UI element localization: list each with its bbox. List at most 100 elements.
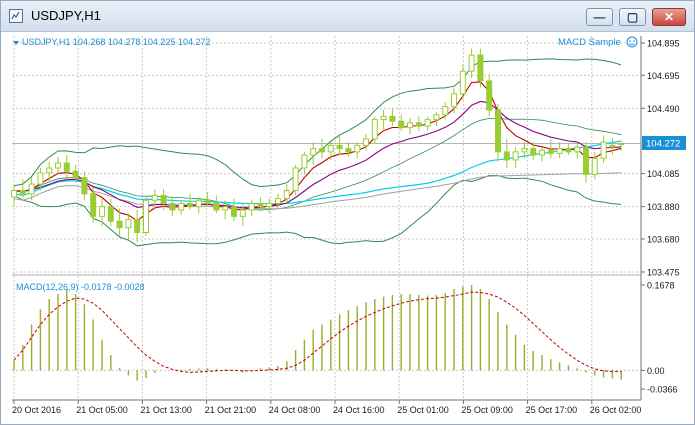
macd-tick-label: -0.0366 — [647, 385, 678, 395]
candle-body — [204, 199, 211, 204]
expert-advisor-label: MACD Sample — [558, 37, 621, 48]
candle-body — [292, 167, 299, 192]
candle-body — [143, 199, 149, 233]
x-tick-label: 21 Oct 05:00 — [76, 405, 128, 415]
macd-tick-label: 0.00 — [647, 366, 665, 376]
candle-body — [486, 80, 493, 111]
minimize-icon: — — [593, 10, 606, 24]
close-icon: ✕ — [663, 10, 675, 24]
candle-body — [213, 202, 220, 211]
candle-body — [547, 149, 554, 154]
candle-body — [539, 149, 545, 156]
price-tick-label: 104.085 — [647, 169, 680, 179]
candle-body — [433, 114, 440, 121]
candle-body — [503, 151, 510, 161]
close-button[interactable]: ✕ — [652, 8, 686, 26]
minimize-button[interactable]: — — [586, 8, 613, 26]
candle-body — [556, 148, 563, 154]
candle-body — [468, 54, 475, 72]
candle-body — [512, 151, 519, 161]
x-tick-label: 25 Oct 01:00 — [397, 405, 449, 415]
candle-body — [222, 206, 229, 211]
candle-body — [257, 202, 264, 208]
price-chart[interactable]: 104.895 104.695 104.490 104.085 103.880 103.6… — [9, 32, 687, 420]
candle-body — [81, 177, 88, 195]
candle-body — [55, 162, 61, 169]
candle-body — [178, 202, 185, 211]
candle-body — [283, 190, 290, 200]
candle-body — [451, 93, 457, 108]
candle-body — [169, 202, 176, 211]
candle-body — [151, 194, 158, 201]
candle-body — [565, 148, 572, 153]
x-tick-label: 26 Oct 02:00 — [590, 405, 642, 415]
candle-body — [424, 119, 431, 127]
candle-body — [477, 54, 484, 82]
candle-body — [336, 144, 343, 150]
candle-body — [266, 202, 273, 208]
x-tick-label: 24 Oct 16:00 — [333, 405, 385, 415]
candle-body — [187, 202, 193, 208]
candle-body — [63, 162, 70, 172]
chart-window: USDJPY,H1 — ▢ ✕ 104.895 104.695 104.490 104… — [0, 0, 695, 425]
x-tick-label: 25 Oct 17:00 — [526, 405, 578, 415]
x-tick-label: 21 Oct 21:00 — [205, 405, 257, 415]
price-tick-label: 104.490 — [647, 104, 680, 114]
candle-body — [591, 157, 598, 175]
candle-body — [407, 122, 413, 129]
chart-area[interactable]: 104.895 104.695 104.490 104.085 103.880 103.6… — [9, 32, 687, 420]
window-titlebar[interactable]: USDJPY,H1 — ▢ ✕ — [1, 1, 694, 32]
candle-body — [530, 148, 537, 156]
candle-body — [600, 141, 607, 159]
candle-body — [301, 154, 308, 169]
candle-body — [72, 170, 79, 179]
candle-body — [354, 144, 361, 153]
candle-body — [28, 183, 35, 195]
candle-body — [107, 206, 114, 222]
candle-body — [46, 167, 53, 174]
price-tick-label: 103.680 — [647, 234, 680, 244]
candle-body — [239, 209, 246, 217]
x-tick-label: 24 Oct 08:00 — [269, 405, 321, 415]
candle-body — [327, 144, 334, 153]
candle-body — [195, 199, 202, 208]
candle-body — [319, 148, 325, 153]
restore-button[interactable]: ▢ — [619, 8, 646, 26]
candle-body — [310, 148, 317, 156]
candle-body — [415, 122, 422, 127]
candle-body — [583, 146, 589, 175]
candle-body — [371, 119, 378, 140]
macd-tick-label: 0.1678 — [647, 281, 675, 291]
candle-body — [125, 219, 132, 229]
price-tick-label: 104.695 — [647, 71, 680, 81]
candle-body — [160, 194, 167, 204]
candle-body — [389, 115, 396, 122]
candle-body — [99, 206, 105, 217]
candle-body — [37, 172, 44, 185]
candle-body — [345, 148, 352, 153]
candle-body — [521, 148, 528, 153]
price-tick-label: 103.475 — [647, 268, 680, 278]
candle-body — [459, 70, 466, 95]
candle-body — [231, 206, 237, 217]
candle-body — [398, 120, 405, 129]
candle-body — [19, 190, 26, 195]
x-tick-label: 25 Oct 09:00 — [461, 405, 513, 415]
macd-indicator-label: MACD(12,26,9) -0.0178 -0.0028 — [16, 282, 145, 292]
restore-icon: ▢ — [626, 10, 639, 24]
candle-body — [363, 138, 369, 146]
chart-window-icon — [9, 9, 23, 23]
candle-body — [442, 106, 449, 116]
candle-body — [11, 190, 17, 198]
chart-symbol-header: USDJPY,H1 104.268 104.278 104.225 104.27… — [22, 37, 211, 47]
candle-body — [90, 193, 97, 217]
expert-smiley-icon[interactable] — [626, 36, 638, 48]
candle-body — [116, 220, 123, 229]
price-tick-label: 103.880 — [647, 202, 680, 212]
x-tick-label: 21 Oct 13:00 — [140, 405, 192, 415]
x-tick-label: 20 Oct 2016 — [12, 405, 61, 415]
candle-body — [495, 109, 501, 153]
candle-body — [275, 198, 281, 204]
price-tick-label: 104.895 — [647, 39, 680, 49]
window-title: USDJPY,H1 — [31, 8, 101, 23]
